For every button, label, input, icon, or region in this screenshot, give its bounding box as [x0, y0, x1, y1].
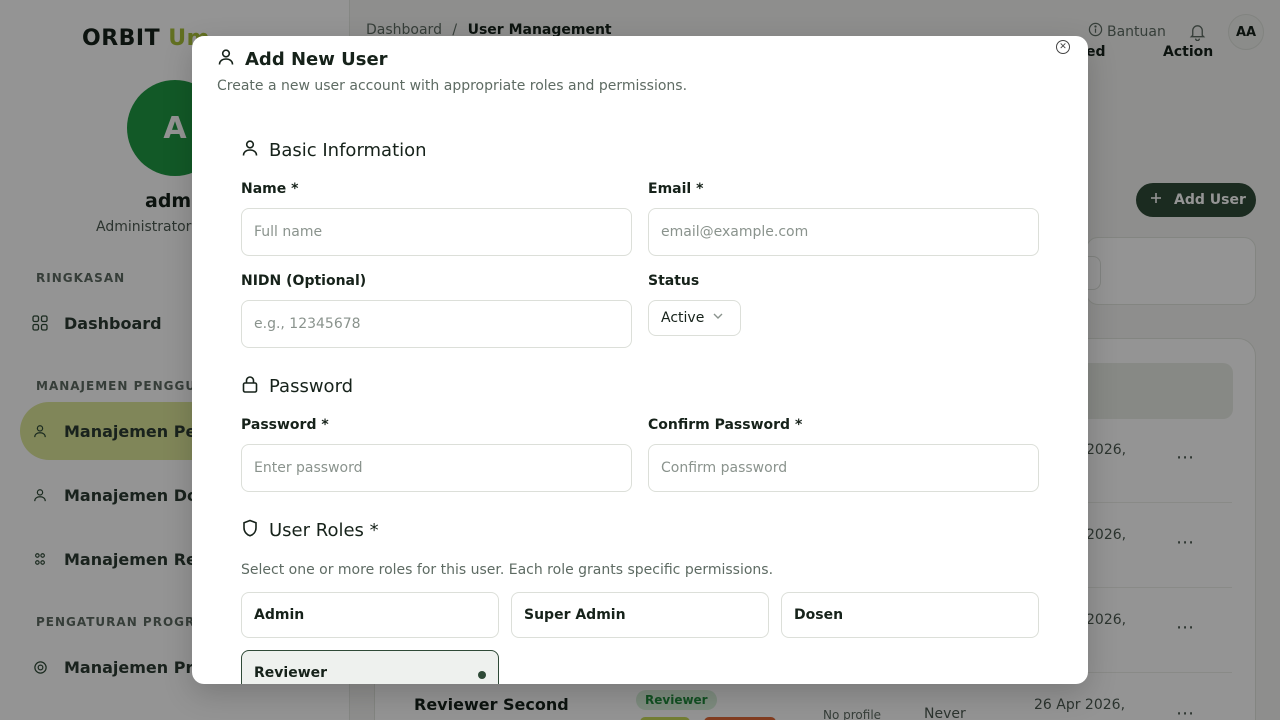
confirm-password-label: Confirm Password * [648, 417, 803, 433]
user-icon [217, 48, 235, 71]
role-label: Dosen [794, 607, 844, 623]
status-select[interactable]: Active [648, 300, 741, 336]
role-label: Super Admin [524, 607, 626, 623]
role-option-reviewer[interactable]: Reviewer [241, 650, 499, 684]
nidn-field[interactable] [241, 300, 632, 348]
email-label: Email * [648, 181, 704, 197]
roles-description: Select one or more roles for this user. … [241, 562, 774, 578]
confirm-password-field[interactable] [648, 444, 1039, 492]
role-label: Reviewer [254, 665, 328, 681]
name-field[interactable] [241, 208, 632, 256]
lock-icon [241, 375, 259, 398]
password-field[interactable] [241, 444, 632, 492]
status-value: Active [661, 310, 705, 326]
dialog-title: Add New User [217, 48, 388, 71]
chevron-down-icon [712, 310, 724, 326]
password-label: Password * [241, 417, 329, 433]
dialog-subtitle: Create a new user account with appropria… [217, 78, 688, 94]
section-title-text: User Roles * [269, 520, 379, 541]
role-option-dosen[interactable]: Dosen [781, 592, 1039, 638]
section-user-roles: User Roles * [241, 519, 379, 542]
dialog-title-text: Add New User [245, 49, 388, 70]
email-field[interactable] [648, 208, 1039, 256]
role-option-super-admin[interactable]: Super Admin [511, 592, 769, 638]
user-icon [241, 139, 259, 162]
selected-indicator [478, 671, 486, 679]
role-label: Admin [254, 607, 305, 623]
section-password: Password [241, 375, 353, 398]
section-basic-info: Basic Information [241, 139, 427, 162]
section-title-text: Password [269, 376, 354, 397]
role-option-admin[interactable]: Admin [241, 592, 499, 638]
shield-icon [241, 519, 259, 542]
name-label: Name * [241, 181, 299, 197]
nidn-label: NIDN (Optional) [241, 273, 367, 289]
status-label: Status [648, 273, 700, 289]
add-user-dialog: ✕ Add New User Create a new user account… [192, 36, 1088, 684]
section-title-text: Basic Information [269, 140, 427, 161]
close-icon[interactable]: ✕ [1056, 40, 1070, 54]
